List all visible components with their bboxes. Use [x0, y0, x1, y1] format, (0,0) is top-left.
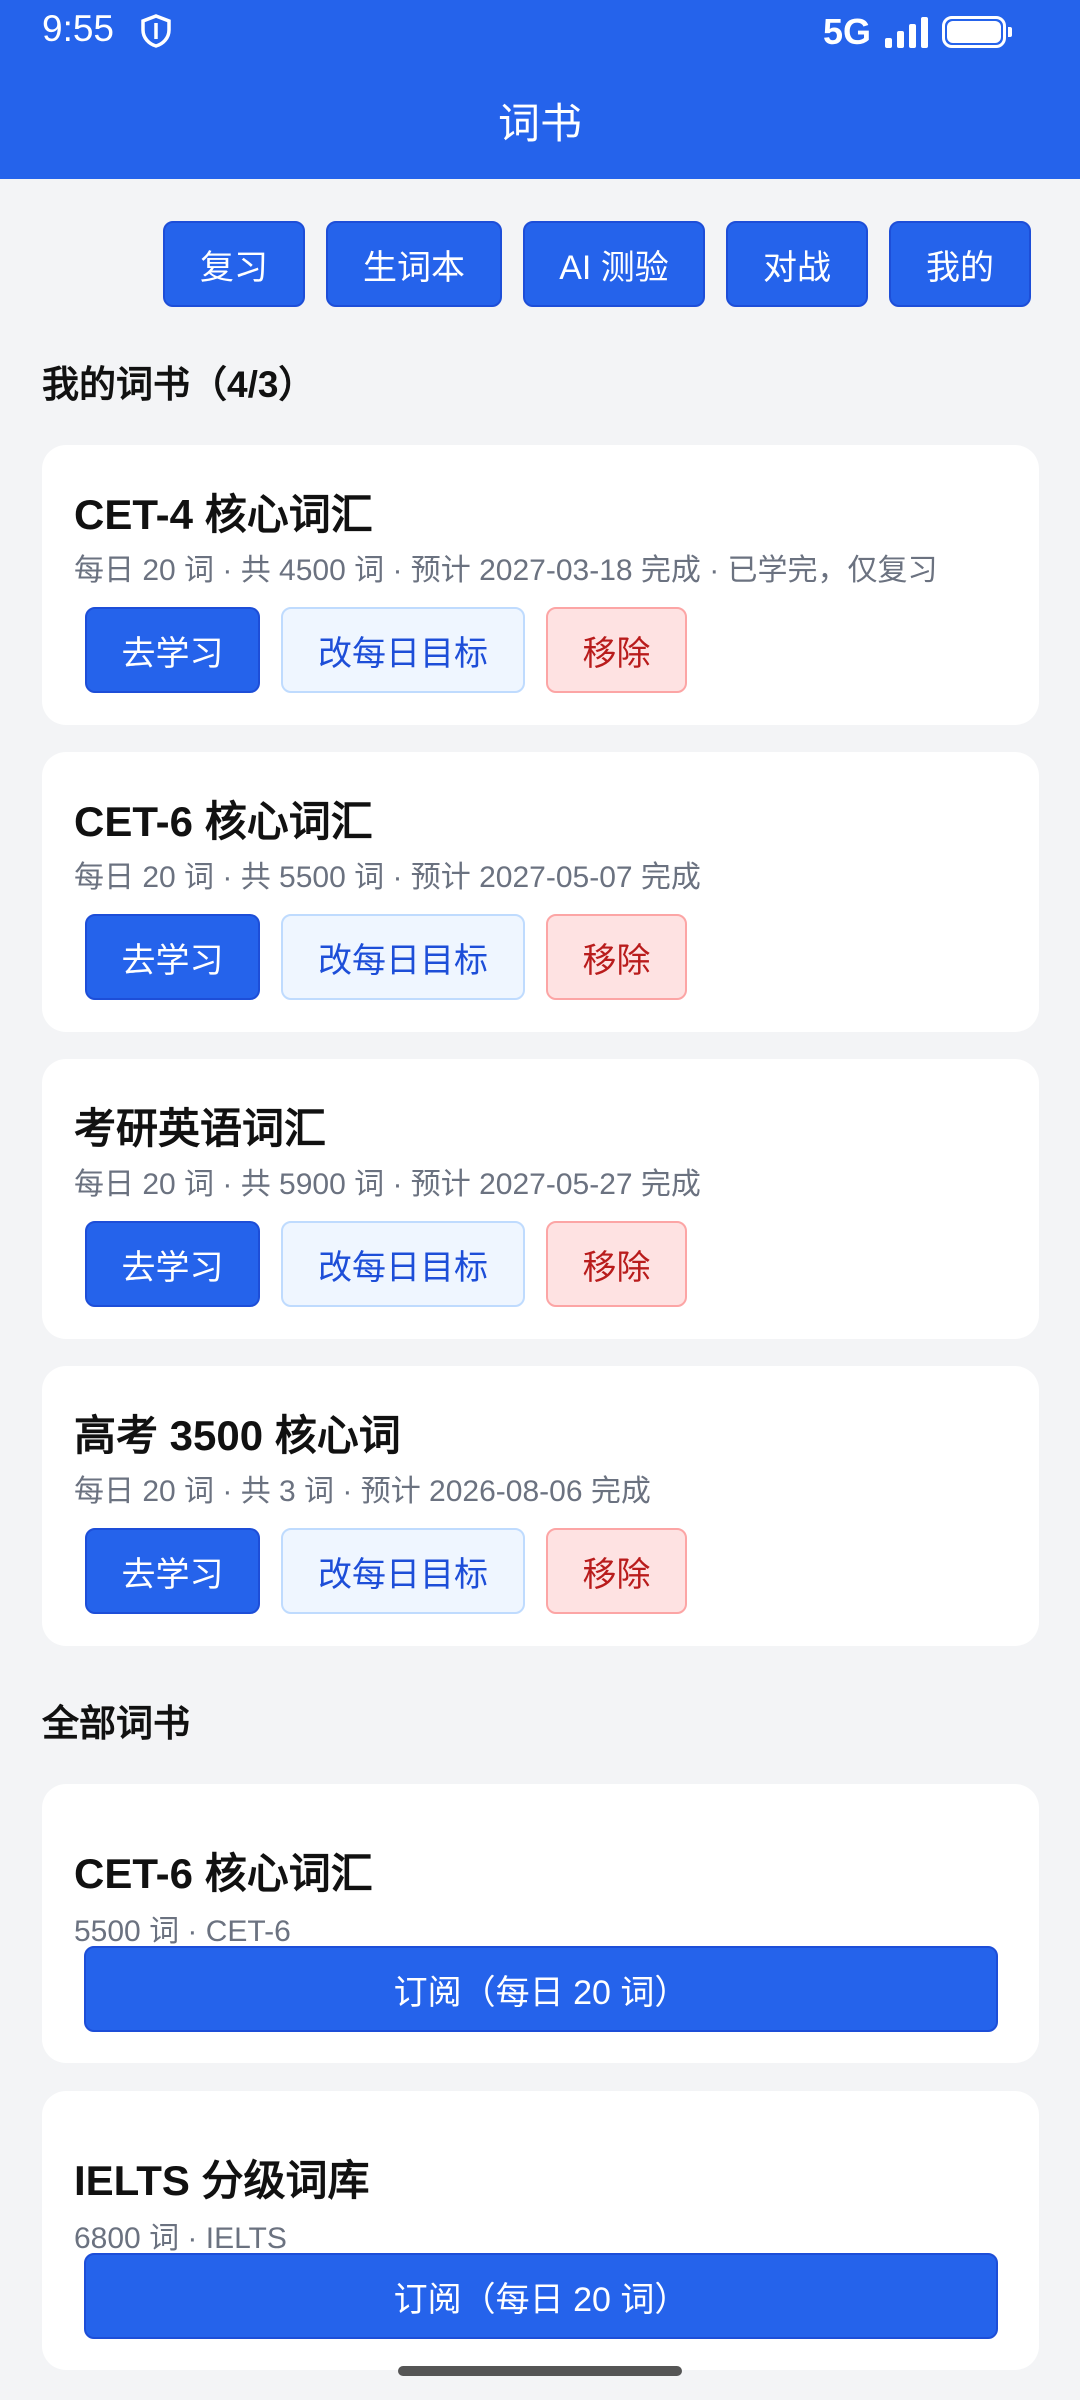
book-title: 考研英语词汇: [74, 1105, 327, 1152]
my-books-heading: 我的词书（4/3）: [42, 364, 316, 405]
profile-button[interactable]: 我的: [889, 221, 1031, 307]
subscribe-button[interactable]: 订阅（每日 20 词）: [84, 1946, 998, 2032]
status-indicators: 5G: [822, 10, 1012, 54]
remove-button[interactable]: 移除: [546, 914, 687, 1000]
ai-quiz-button[interactable]: AI 测验: [523, 221, 705, 307]
page-title: 词书: [497, 100, 582, 147]
edit-daily-goal-button[interactable]: 改每日目标: [281, 914, 525, 1000]
catalog-book-card: IELTS 分级词库 6800 词 · IELTS 订阅（每日 20 词）: [42, 2091, 1039, 2370]
study-button[interactable]: 去学习: [85, 1528, 260, 1614]
study-button[interactable]: 去学习: [85, 607, 260, 693]
remove-button[interactable]: 移除: [546, 607, 687, 693]
book-meta: 每日 20 词 · 共 5500 词 · 预计 2027-05-07 完成: [74, 861, 701, 894]
study-button[interactable]: 去学习: [85, 914, 260, 1000]
book-meta: 每日 20 词 · 共 3 词 · 预计 2026-08-06 完成: [74, 1475, 651, 1508]
home-indicator[interactable]: [398, 2366, 682, 2376]
book-meta: 每日 20 词 · 共 4500 词 · 预计 2027-03-18 完成 · …: [74, 554, 938, 587]
book-title: CET-4 核心词汇: [74, 491, 373, 538]
book-title: CET-6 核心词汇: [74, 798, 373, 845]
my-book-card: CET-4 核心词汇 每日 20 词 · 共 4500 词 · 预计 2027-…: [42, 445, 1039, 725]
edit-daily-goal-button[interactable]: 改每日目标: [281, 1528, 525, 1614]
shield-icon: [141, 14, 171, 48]
status-time: 9:55: [42, 8, 115, 49]
remove-button[interactable]: 移除: [546, 1221, 687, 1307]
network-type: 5G: [822, 11, 871, 52]
catalog-book-card: CET-6 核心词汇 5500 词 · CET-6 订阅（每日 20 词）: [42, 1784, 1039, 2063]
top-nav: 复习 生词本 AI 测验 对战 我的: [163, 221, 1031, 307]
signal-icon: [885, 16, 928, 48]
my-book-card: 高考 3500 核心词 每日 20 词 · 共 3 词 · 预计 2026-08…: [42, 1366, 1039, 1646]
remove-button[interactable]: 移除: [546, 1528, 687, 1614]
battery-icon: [942, 16, 1012, 48]
book-meta: 每日 20 词 · 共 5900 词 · 预计 2027-05-27 完成: [74, 1168, 701, 1201]
book-meta: 5500 词 · CET-6: [74, 1915, 291, 1948]
edit-daily-goal-button[interactable]: 改每日目标: [281, 1221, 525, 1307]
app-header: 9:55 5G 词书: [0, 0, 1080, 179]
all-books-heading: 全部词书: [42, 1703, 190, 1744]
book-title: IELTS 分级词库: [74, 2157, 370, 2204]
my-book-card: 考研英语词汇 每日 20 词 · 共 5900 词 · 预计 2027-05-2…: [42, 1059, 1039, 1339]
edit-daily-goal-button[interactable]: 改每日目标: [281, 607, 525, 693]
book-meta: 6800 词 · IELTS: [74, 2222, 287, 2255]
book-title: CET-6 核心词汇: [74, 1850, 373, 1897]
study-button[interactable]: 去学习: [85, 1221, 260, 1307]
subscribe-button[interactable]: 订阅（每日 20 词）: [84, 2253, 998, 2339]
battle-button[interactable]: 对战: [726, 221, 868, 307]
vocab-notebook-button[interactable]: 生词本: [326, 221, 502, 307]
book-title: 高考 3500 核心词: [74, 1412, 401, 1459]
review-button[interactable]: 复习: [163, 221, 305, 307]
my-book-card: CET-6 核心词汇 每日 20 词 · 共 5500 词 · 预计 2027-…: [42, 752, 1039, 1032]
